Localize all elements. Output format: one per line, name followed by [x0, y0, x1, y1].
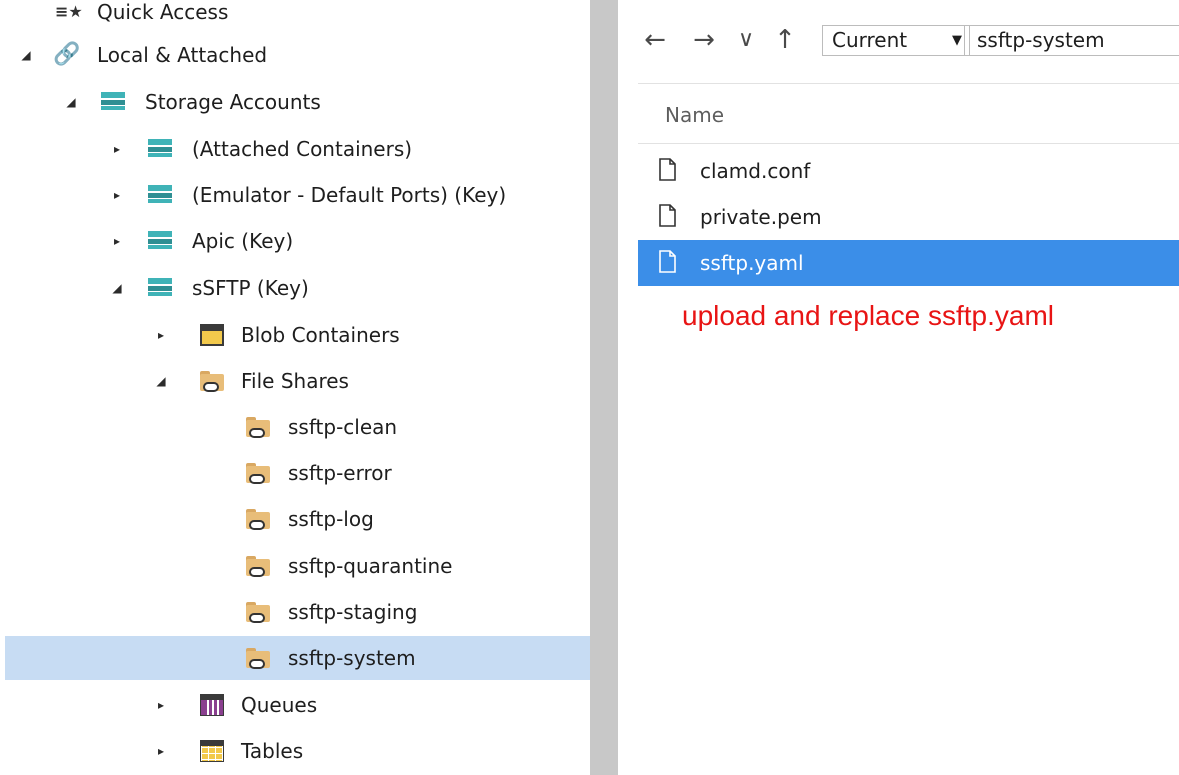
- tree-item-attached-containers[interactable]: ▸ (Attached Containers): [5, 127, 590, 171]
- tree-item-label: Quick Access: [97, 0, 229, 24]
- annotation-text: upload and replace ssftp.yaml: [682, 300, 1054, 331]
- tree-item-emulator[interactable]: ▸ (Emulator - Default Ports) (Key): [5, 173, 590, 217]
- file-share-icon: [246, 555, 270, 577]
- expanded-arrow-icon[interactable]: ◢: [153, 359, 169, 403]
- account-select[interactable]: Current ▼: [822, 25, 970, 56]
- tree-item-label: Tables: [241, 739, 304, 763]
- tree-item-queues[interactable]: ▸ Queues: [5, 683, 590, 727]
- file-icon: [659, 158, 676, 181]
- tree-item-share[interactable]: ssftp-error: [5, 451, 590, 495]
- collapsed-arrow-icon[interactable]: ▸: [153, 683, 169, 727]
- collapsed-arrow-icon[interactable]: ▸: [109, 219, 125, 263]
- collapsed-arrow-icon[interactable]: ▸: [153, 729, 169, 773]
- file-row[interactable]: private.pem: [638, 194, 1179, 240]
- tree-item-share[interactable]: ssftp-log: [5, 497, 590, 541]
- storage-account-icon: [148, 138, 172, 160]
- file-share-icon: [200, 370, 224, 392]
- tree-item-share[interactable]: ssftp-clean: [5, 405, 590, 449]
- recent-locations-icon[interactable]: ∨: [731, 20, 761, 60]
- forward-arrow-icon[interactable]: →: [689, 20, 719, 60]
- tree-item-label: ssftp-log: [288, 507, 374, 531]
- tree-item-label: File Shares: [241, 369, 349, 393]
- storage-account-icon: [148, 230, 172, 252]
- storage-account-icon: [148, 277, 172, 299]
- file-row-selected[interactable]: ssftp.yaml: [638, 240, 1179, 286]
- explorer-tree: ≡★ Quick Access ◢ 🔗 Local & Attached ◢ S…: [0, 0, 590, 775]
- storage-account-icon: [148, 184, 172, 206]
- tree-item-share[interactable]: ssftp-quarantine: [5, 544, 590, 588]
- file-name: private.pem: [700, 205, 822, 229]
- collapsed-arrow-icon[interactable]: ▸: [109, 173, 125, 217]
- table-icon: [200, 740, 224, 762]
- account-select-value: Current: [832, 28, 908, 52]
- tree-item-label: ssftp-staging: [288, 600, 418, 624]
- file-row[interactable]: clamd.conf: [638, 148, 1179, 194]
- tree-item-label: Blob Containers: [241, 323, 400, 347]
- storage-account-icon: [101, 91, 125, 113]
- collapsed-arrow-icon[interactable]: ▸: [153, 313, 169, 357]
- file-share-icon: [246, 416, 270, 438]
- collapsed-arrow-icon[interactable]: ▸: [109, 127, 125, 171]
- path-input[interactable]: ssftp-system: [964, 25, 1179, 56]
- quick-access-icon: ≡★: [55, 2, 83, 21]
- queue-icon: [200, 694, 224, 716]
- expanded-arrow-icon[interactable]: ◢: [18, 33, 34, 77]
- pane-splitter[interactable]: [590, 0, 618, 775]
- file-share-icon: [246, 508, 270, 530]
- file-share-icon: [246, 647, 270, 669]
- tree-item-blob-containers[interactable]: ▸ Blob Containers: [5, 313, 590, 357]
- tree-item-apic[interactable]: ▸ Apic (Key): [5, 219, 590, 263]
- tree-item-label: sSFTP (Key): [192, 276, 309, 300]
- tree-item-local-attached[interactable]: ◢ 🔗 Local & Attached: [5, 33, 590, 77]
- file-share-icon: [246, 601, 270, 623]
- file-name: clamd.conf: [700, 159, 811, 183]
- file-icon: [659, 250, 676, 273]
- expanded-arrow-icon[interactable]: ◢: [109, 266, 125, 310]
- file-icon: [659, 204, 676, 227]
- tree-item-tables[interactable]: ▸ Tables: [5, 729, 590, 773]
- tree-item-label: Queues: [241, 693, 318, 717]
- up-arrow-icon[interactable]: ↑: [770, 20, 800, 60]
- tree-item-ssftp[interactable]: ◢ sSFTP (Key): [5, 266, 590, 310]
- tree-item-label: ssftp-quarantine: [288, 554, 453, 578]
- tree-item-share-selected[interactable]: ssftp-system: [5, 636, 590, 680]
- tree-item-label: (Emulator - Default Ports) (Key): [192, 183, 507, 207]
- blob-container-icon: [200, 324, 224, 346]
- tree-item-share[interactable]: ssftp-staging: [5, 590, 590, 634]
- tree-item-label: ssftp-system: [288, 646, 416, 670]
- tree-item-label: ssftp-clean: [288, 415, 398, 439]
- expanded-arrow-icon[interactable]: ◢: [63, 80, 79, 124]
- back-arrow-icon[interactable]: ←: [640, 20, 670, 60]
- tree-item-file-shares[interactable]: ◢ File Shares: [5, 359, 590, 403]
- toolbar-divider: [638, 83, 1179, 84]
- file-share-pane: ← → ∨ ↑ Current ▼ ssftp-system Name clam…: [618, 0, 1179, 775]
- tree-item-label: Local & Attached: [97, 43, 268, 67]
- tree-item-quick-access[interactable]: ≡★ Quick Access: [5, 0, 590, 34]
- header-divider: [638, 143, 1179, 144]
- link-icon: 🔗: [53, 42, 81, 67]
- dropdown-arrow-icon: ▼: [952, 33, 962, 48]
- file-name: ssftp.yaml: [700, 251, 804, 275]
- tree-item-label: Storage Accounts: [145, 90, 321, 114]
- tree-item-label: (Attached Containers): [192, 137, 413, 161]
- file-share-icon: [246, 462, 270, 484]
- tree-item-label: ssftp-error: [288, 461, 392, 485]
- tree-item-storage-accounts[interactable]: ◢ Storage Accounts: [5, 80, 590, 124]
- tree-item-label: Apic (Key): [192, 229, 294, 253]
- column-header-name[interactable]: Name: [665, 103, 724, 127]
